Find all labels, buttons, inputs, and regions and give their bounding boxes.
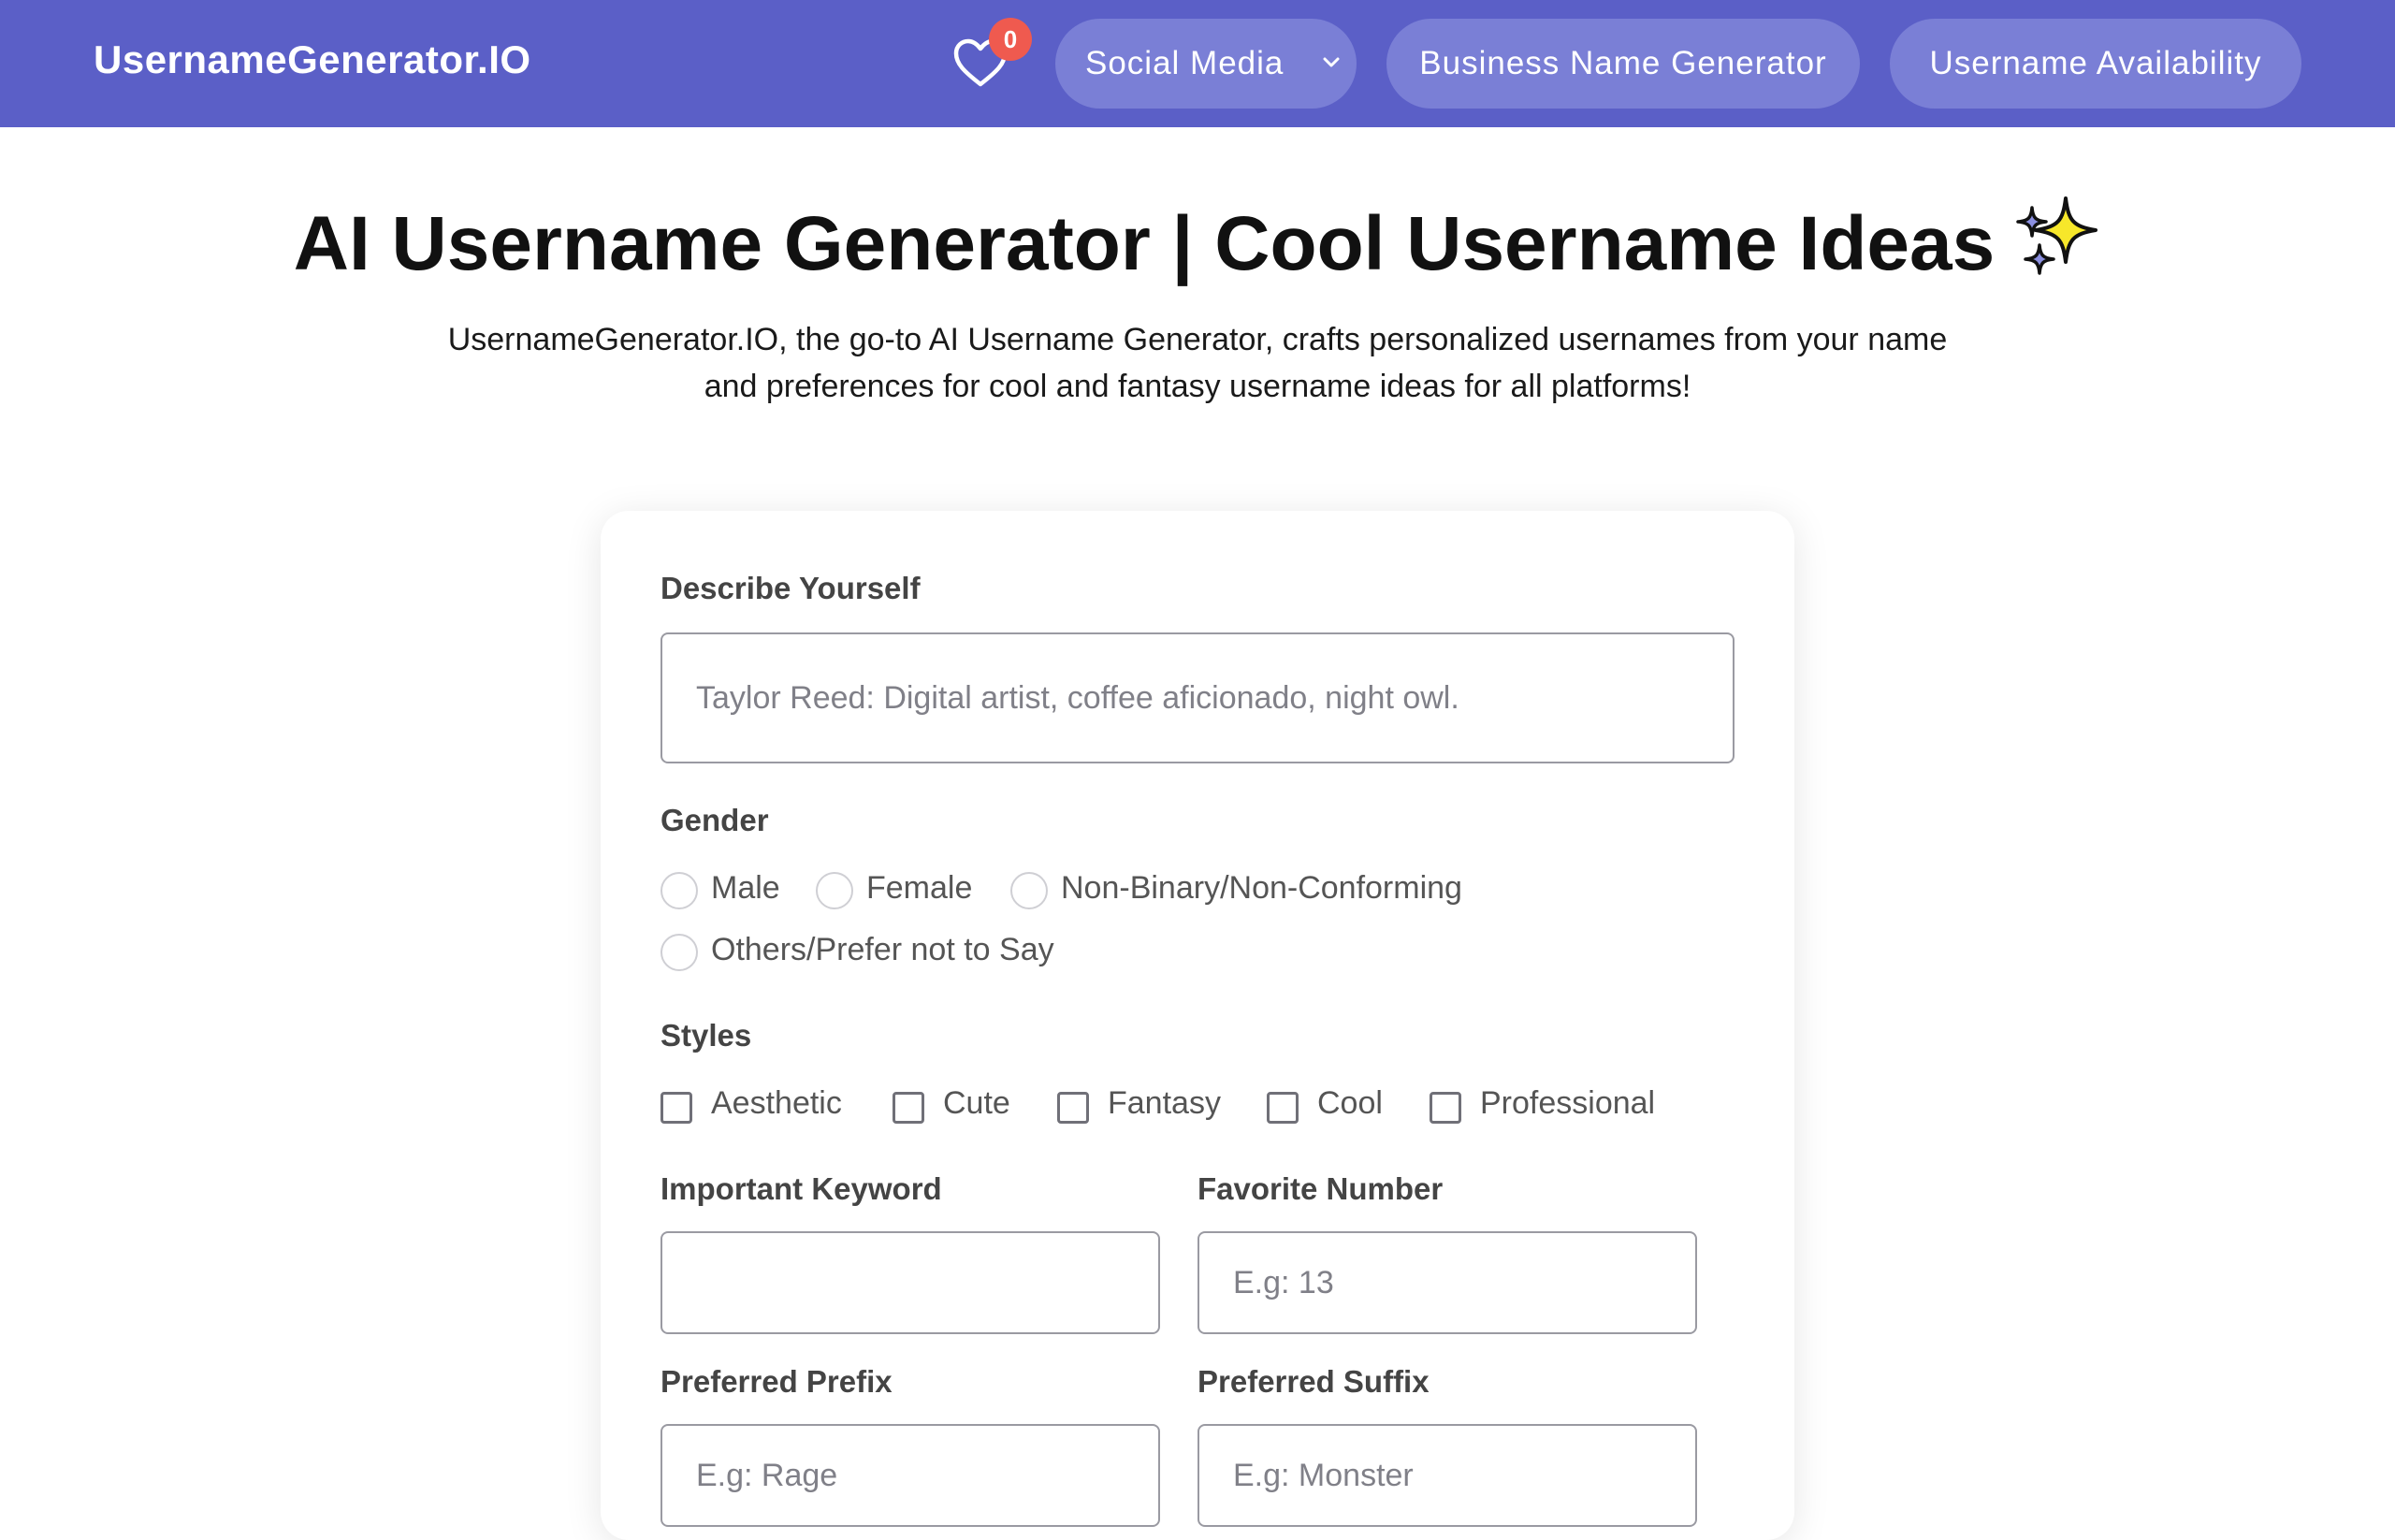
top-navbar: UsernameGenerator.IO 0 Social Media Busi… [0, 0, 2395, 127]
nav-social-media-dropdown[interactable]: Social Media [1055, 19, 1357, 109]
gender-label: Gender [660, 803, 769, 837]
style-professional-checkbox[interactable] [1430, 1092, 1461, 1124]
style-aesthetic-checkbox[interactable] [660, 1092, 692, 1124]
gender-female-radio[interactable] [816, 872, 853, 909]
page-title: AI Username Generator | Cool Username Id… [0, 193, 2395, 288]
generator-form-card: Describe Yourself Gender Male Female Non… [601, 511, 1794, 1540]
favorites-count-badge: 0 [989, 18, 1032, 61]
describe-yourself-input[interactable] [660, 632, 1735, 763]
page-title-text: AI Username Generator | Cool Username Id… [293, 201, 1996, 286]
gender-other-label: Others/Prefer not to Say [711, 932, 1054, 967]
preferred-suffix-label: Preferred Suffix [1198, 1364, 1430, 1399]
style-cute-label: Cute [943, 1085, 1010, 1121]
style-fantasy-label: Fantasy [1108, 1085, 1221, 1121]
style-cool-checkbox[interactable] [1267, 1092, 1299, 1124]
important-keyword-label: Important Keyword [660, 1171, 942, 1206]
gender-female-label: Female [866, 870, 973, 906]
page-subtitle: UsernameGenerator.IO, the go-to AI Usern… [447, 322, 1948, 404]
styles-label: Styles [660, 1018, 752, 1053]
important-keyword-input[interactable] [660, 1231, 1160, 1334]
gender-nonbinary-radio[interactable] [1010, 872, 1048, 909]
preferred-prefix-input[interactable] [660, 1424, 1160, 1527]
nav-social-media-label: Social Media [1085, 45, 1285, 81]
preferred-prefix-label: Preferred Prefix [660, 1364, 893, 1399]
gender-male-label: Male [711, 870, 780, 906]
nav-username-availability-link[interactable]: Username Availability [1890, 19, 2301, 109]
sparkles-icon [2016, 196, 2098, 275]
chevron-down-icon [1323, 57, 1340, 67]
style-fantasy-checkbox[interactable] [1057, 1092, 1089, 1124]
style-aesthetic-label: Aesthetic [711, 1085, 842, 1121]
preferred-suffix-input[interactable] [1198, 1424, 1697, 1527]
favorite-number-label: Favorite Number [1198, 1171, 1444, 1206]
describe-yourself-label: Describe Yourself [660, 571, 921, 605]
gender-male-radio[interactable] [660, 872, 698, 909]
favorite-number-input[interactable] [1198, 1231, 1697, 1334]
style-professional-label: Professional [1480, 1085, 1656, 1121]
brand-logo[interactable]: UsernameGenerator.IO [94, 37, 531, 82]
gender-other-radio[interactable] [660, 934, 698, 971]
gender-nonbinary-label: Non-Binary/Non-Conforming [1061, 870, 1462, 906]
style-cool-label: Cool [1317, 1085, 1383, 1121]
style-cute-checkbox[interactable] [893, 1092, 924, 1124]
nav-business-name-generator-link[interactable]: Business Name Generator [1386, 19, 1860, 109]
